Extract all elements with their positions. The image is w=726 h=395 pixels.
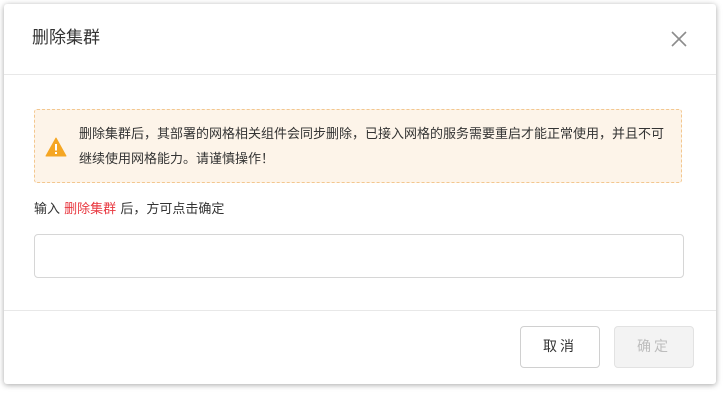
dialog-header: 删除集群 [4,4,716,75]
warning-triangle-icon [45,137,67,157]
instruction-keyword: 删除集群 [64,202,117,217]
instruction-text: 输入 删除集群 后，方可点击确定 [34,201,224,219]
delete-cluster-dialog: 删除集群 删除集群后，其部署的网格相关组件会同步删除，已接入网格的服务需要重启才… [4,4,716,384]
close-icon[interactable] [668,28,690,50]
confirm-button[interactable]: 确定 [614,326,694,368]
instruction-prefix: 输入 [34,202,61,217]
confirm-text-input[interactable] [34,234,684,278]
instruction-suffix: 后，方可点击确定 [120,202,225,217]
dialog-title: 删除集群 [32,28,100,48]
warning-text: 删除集群后，其部署的网格相关组件会同步删除，已接入网格的服务需要重启才能正常使用… [79,127,665,167]
dialog-footer: 取消 确定 [4,310,716,385]
cancel-button[interactable]: 取消 [520,326,600,368]
warning-alert: 删除集群后，其部署的网格相关组件会同步删除，已接入网格的服务需要重启才能正常使用… [34,109,682,183]
